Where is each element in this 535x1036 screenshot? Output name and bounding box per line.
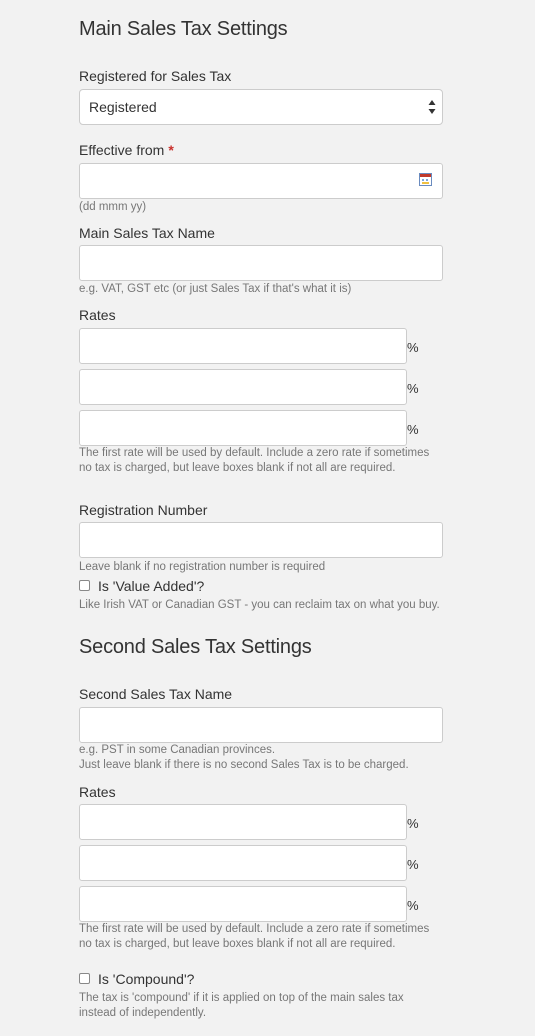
second-rate-3-unit: % [407,898,419,913]
value-added-checkbox[interactable] [79,580,90,591]
main-tax-name-input[interactable] [79,245,443,281]
second-tax-name-label: Second Sales Tax Name [79,686,233,702]
registration-number-help: Leave blank if no registration number is… [79,561,326,573]
value-added-help: Like Irish VAT or Canadian GST - you can… [79,599,440,611]
compound-help: The tax is 'compound' if it is applied o… [79,992,404,1019]
compound-checkbox[interactable] [79,973,90,984]
main-rates-help: The first rate will be used by default. … [79,447,430,474]
main-tax-name-help: e.g. VAT, GST etc (or just Sales Tax if … [79,283,352,295]
calendar-icon[interactable] [419,173,432,186]
second-settings-title: Second Sales Tax Settings [79,636,312,658]
main-rate-1-input[interactable] [79,328,407,364]
second-rate-3-input[interactable] [79,886,407,922]
main-tax-name-label: Main Sales Tax Name [79,225,215,241]
main-settings-title: Main Sales Tax Settings [79,18,288,40]
second-rate-2-unit: % [407,857,419,872]
registered-select[interactable]: Registered [79,89,443,125]
registered-label: Registered for Sales Tax [79,68,232,84]
second-tax-name-help-1: e.g. PST in some Canadian provinces. [79,744,276,756]
second-rate-1-unit: % [407,816,419,831]
effective-from-label: Effective from * [79,142,174,158]
second-rates-label: Rates [79,784,116,800]
registration-number-label: Registration Number [79,502,208,518]
compound-label[interactable]: Is 'Compound'? [98,971,194,987]
main-rate-2-input[interactable] [79,369,407,405]
up-down-arrows-icon [428,100,436,114]
second-rates-help: The first rate will be used by default. … [79,923,430,950]
required-marker: * [168,142,174,158]
value-added-label[interactable]: Is 'Value Added'? [98,578,204,594]
main-rates-label: Rates [79,307,116,323]
second-rate-2-input[interactable] [79,845,407,881]
main-rate-2-unit: % [407,381,419,396]
main-rate-1-unit: % [407,340,419,355]
main-rate-3-unit: % [407,422,419,437]
registration-number-input[interactable] [79,522,443,558]
second-rate-1-input[interactable] [79,804,407,840]
main-rate-3-input[interactable] [79,410,407,446]
second-tax-name-input[interactable] [79,707,443,743]
effective-from-help: (dd mmm yy) [79,201,147,213]
effective-from-input[interactable] [79,163,443,199]
second-tax-name-help-2: Just leave blank if there is no second S… [79,759,409,771]
registered-select-value: Registered [89,99,157,115]
